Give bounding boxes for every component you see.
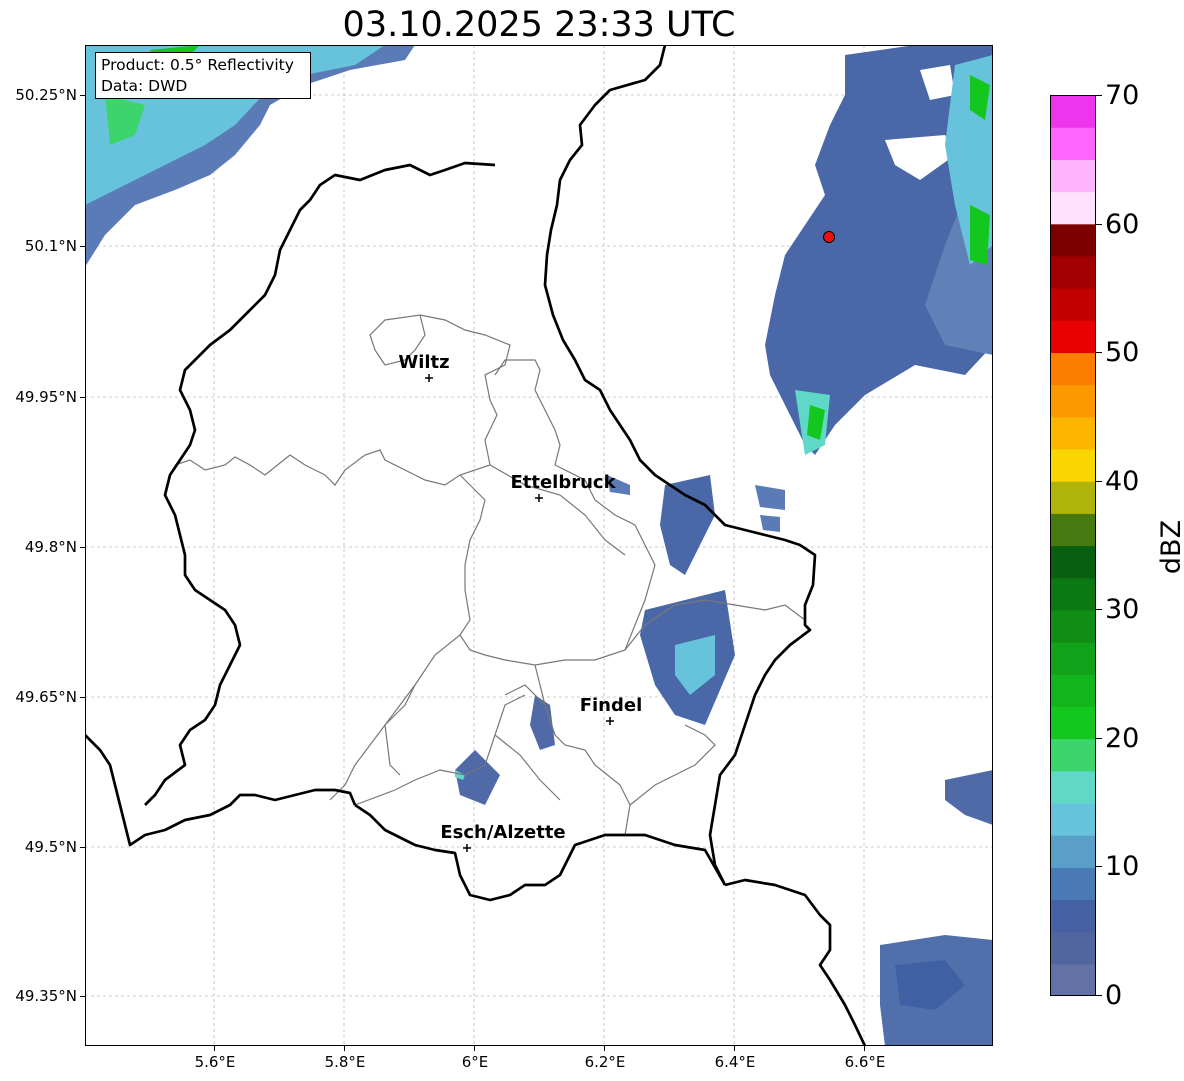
colorbar-label: 0	[1105, 980, 1123, 1011]
y-tick-label: 49.65°N	[15, 688, 77, 706]
x-tick	[344, 1046, 345, 1051]
y-tick	[80, 847, 85, 848]
colorbar-segment	[1050, 867, 1096, 901]
colorbar-segment	[1050, 674, 1096, 707]
product-label: Product: 0.5° Reflectivity	[101, 56, 294, 74]
city-marker-esch	[463, 844, 471, 852]
colorbar-segment	[1050, 255, 1096, 289]
colorbar-segment	[1050, 770, 1096, 804]
colorbar	[1050, 95, 1096, 996]
echo-e-3	[755, 485, 785, 510]
x-tick	[604, 1046, 605, 1051]
map-title: 03.10.2025 23:33 UTC	[342, 5, 736, 45]
city-label-esch: Esch/Alzette	[440, 822, 565, 843]
x-tick-label: 5.8°E	[324, 1053, 366, 1071]
y-tick-label: 50.1°N	[24, 237, 77, 255]
radar-site-marker[interactable]	[823, 231, 835, 243]
y-tick	[80, 547, 85, 548]
city-marker-wiltz	[425, 374, 433, 382]
national-borders	[85, 45, 867, 1046]
x-tick	[734, 1046, 735, 1051]
colorbar-label: 30	[1105, 594, 1140, 625]
x-tick-label: 6.6°E	[844, 1053, 886, 1071]
city-markers	[425, 374, 614, 852]
colorbar-unit-label: dBZ	[1156, 519, 1184, 575]
colorbar-segment	[1050, 931, 1096, 965]
product-info-box: Product: 0.5° Reflectivity Data: DWD	[95, 52, 311, 99]
colorbar-label: 70	[1105, 80, 1140, 111]
colorbar-segment	[1050, 577, 1096, 611]
precipitation-echoes	[85, 45, 993, 1046]
colorbar-segment	[1050, 384, 1096, 418]
x-tick-label: 6°E	[461, 1053, 489, 1071]
colorbar-tick	[1096, 352, 1102, 353]
colorbar-segment	[1050, 513, 1096, 547]
colorbar-segment	[1050, 448, 1096, 482]
colorbar-segment	[1050, 481, 1096, 514]
colorbar-segment	[1050, 191, 1096, 225]
radar-map[interactable]: Wiltz Ettelbruck Findel Esch/Alzette	[85, 45, 993, 1046]
map-svg: Wiltz Ettelbruck Findel Esch/Alzette	[85, 45, 993, 1046]
y-tick	[80, 95, 85, 96]
colorbar-segment	[1050, 95, 1096, 128]
colorbar-tick	[1096, 224, 1102, 225]
y-tick-label: 49.8°N	[24, 538, 77, 556]
city-label-ettelbruck: Ettelbruck	[510, 472, 616, 493]
colorbar-segment	[1050, 706, 1096, 740]
y-tick-label: 50.25°N	[15, 86, 77, 104]
echo-e-1	[660, 475, 715, 575]
x-tick-label: 6.2°E	[584, 1053, 626, 1071]
colorbar-segment	[1050, 352, 1096, 386]
x-tick	[214, 1046, 215, 1051]
y-tick	[80, 246, 85, 247]
colorbar-segment	[1050, 642, 1096, 675]
y-tick	[80, 996, 85, 997]
y-tick	[80, 397, 85, 398]
city-label-wiltz: Wiltz	[398, 352, 449, 373]
colorbar-segment	[1050, 899, 1096, 933]
colorbar-tick	[1096, 481, 1102, 482]
x-tick	[474, 1046, 475, 1051]
colorbar-segment	[1050, 963, 1096, 996]
colorbar-tick	[1096, 609, 1102, 610]
colorbar-segment	[1050, 416, 1096, 450]
colorbar-tick	[1096, 866, 1102, 867]
colorbar-tick	[1096, 95, 1102, 96]
colorbar-segment	[1050, 320, 1096, 354]
y-tick-label: 49.95°N	[15, 388, 77, 406]
colorbar-segment	[1050, 223, 1096, 257]
colorbar-label: 60	[1105, 209, 1140, 240]
canton-boundaries	[174, 314, 806, 836]
colorbar-segment	[1050, 545, 1096, 579]
y-tick	[80, 697, 85, 698]
x-tick-label: 6.4°E	[714, 1053, 756, 1071]
colorbar-segment	[1050, 159, 1096, 193]
colorbar-label: 50	[1105, 337, 1140, 368]
colorbar-tick	[1096, 995, 1102, 996]
colorbar-segment	[1050, 802, 1096, 836]
colorbar-segment	[1050, 609, 1096, 643]
colorbar-segment	[1050, 835, 1096, 868]
colorbar-label: 10	[1105, 851, 1140, 882]
colorbar-label: 40	[1105, 466, 1140, 497]
city-marker-ettelbruck	[535, 494, 543, 502]
colorbar-segment	[1050, 738, 1096, 772]
y-tick-label: 49.35°N	[15, 987, 77, 1005]
colorbar-tick	[1096, 738, 1102, 739]
x-tick-label: 5.6°E	[194, 1053, 236, 1071]
colorbar-segment	[1050, 127, 1096, 160]
colorbar-label: 20	[1105, 723, 1140, 754]
echo-e-edge	[945, 770, 993, 825]
city-labels: Wiltz Ettelbruck Findel Esch/Alzette	[398, 352, 642, 843]
city-marker-findel	[606, 717, 614, 725]
y-tick-label: 49.5°N	[24, 838, 77, 856]
x-tick	[864, 1046, 865, 1051]
city-label-findel: Findel	[580, 695, 643, 716]
colorbar-segment	[1050, 288, 1096, 321]
data-source-label: Data: DWD	[101, 77, 188, 95]
